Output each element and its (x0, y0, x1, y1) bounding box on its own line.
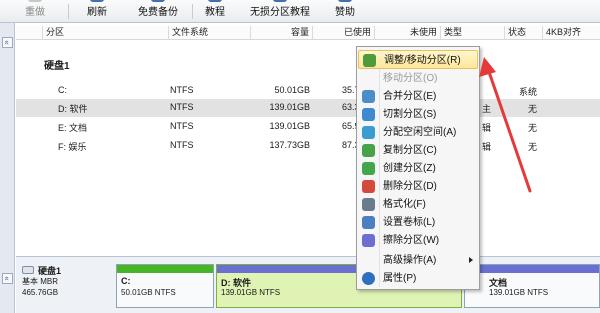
collapse-down-icon[interactable]: « (2, 273, 13, 284)
partition-block-c[interactable]: C: 50.01GB NTFS (116, 264, 214, 308)
left-panel-strip: « « (0, 23, 15, 313)
toolbar-separator (192, 4, 193, 19)
menu-item-create-partition[interactable]: 创建分区(Z) (358, 159, 478, 178)
partition-type: 主 (482, 104, 492, 114)
free-backup-button[interactable]: 免费备份 (130, 0, 186, 23)
usage-bar (117, 265, 213, 273)
toolbar-separator (68, 4, 69, 19)
refresh-button[interactable]: 刷新 (80, 0, 114, 23)
menu-item-allocate-free-space[interactable]: 分配空闲空间(A) (358, 123, 478, 142)
delete-partition-icon (362, 180, 375, 193)
column-header-type[interactable]: 类型 (440, 26, 504, 40)
partition-name: C: (58, 85, 67, 95)
tutorial-label: 教程 (205, 7, 225, 18)
sponsor-icon (338, 0, 352, 2)
partition-status: 无 (528, 123, 538, 133)
tutorial-button[interactable]: 教程 (198, 0, 232, 23)
menu-item-move-partition[interactable]: 移动分区(O) (358, 69, 478, 88)
partition-capacity: 50.01GB (274, 85, 310, 95)
table-row[interactable]: C: NTFS 50.01GB 35.7 系统 (16, 82, 600, 100)
column-header-capacity[interactable]: 容量 (250, 26, 312, 40)
free-backup-label: 免费备份 (138, 7, 178, 18)
menu-item-advanced[interactable]: 高级操作(A) (358, 251, 478, 270)
table-row[interactable]: F: 娱乐 NTFS 137.73GB 87.3 辑 无 (16, 137, 600, 155)
redo-label: 重做 (25, 7, 45, 18)
menu-item-split-partition[interactable]: 切割分区(S) (358, 105, 478, 124)
tutorial-icon (208, 0, 222, 2)
toolbar: 重做 刷新 免费备份 教程 无损分区教程 赞助 (0, 0, 600, 23)
redo-button[interactable]: 重做 (18, 0, 52, 23)
menu-item-resize-move[interactable]: 调整/移动分区(R) (358, 50, 478, 69)
merge-icon (362, 90, 375, 103)
partition-capacity: 137.73GB (269, 140, 310, 150)
sponsor-label: 赞助 (335, 7, 355, 18)
partition-block-info: 139.01GB NTFS (489, 288, 549, 297)
partition-filesystem: NTFS (170, 85, 194, 95)
lossless-partition-tutorial-label: 无损分区教程 (250, 7, 310, 18)
partition-tutorial-icon (273, 0, 287, 2)
column-header-unused[interactable]: 未使用 (374, 26, 440, 40)
partition-name: F: 娱乐 (58, 142, 87, 152)
resize-move-icon (363, 54, 376, 67)
redo-icon (28, 0, 42, 2)
sponsor-button[interactable]: 赞助 (328, 0, 362, 23)
partition-name: E: 文档 (58, 123, 88, 133)
disk-group-title: 硬盘1 (44, 61, 70, 72)
backup-icon (151, 0, 165, 2)
partition-status: 无 (528, 104, 538, 114)
copy-partition-icon (362, 144, 375, 157)
properties-icon (362, 272, 375, 285)
partition-capacity: 139.01GB (269, 121, 310, 131)
partition-capacity: 139.01GB (269, 102, 310, 112)
menu-item-properties[interactable]: 属性(P) (358, 269, 478, 288)
menu-item-copy-partition[interactable]: 复制分区(C) (358, 141, 478, 160)
column-header-used[interactable]: 已使用 (312, 26, 374, 40)
partition-block-name: C: (121, 276, 131, 286)
submenu-arrow-icon (469, 257, 473, 263)
partition-status: 系统 (519, 87, 538, 97)
split-icon (362, 108, 375, 121)
partition-filesystem: NTFS (170, 140, 194, 150)
partition-block-info: 50.01GB NTFS (121, 288, 176, 297)
column-header-filesystem[interactable]: 文件系统 (168, 26, 250, 40)
partition-filesystem: NTFS (170, 121, 194, 131)
format-icon (362, 198, 375, 211)
column-header-4k-align[interactable]: 4KB对齐 (542, 26, 600, 40)
set-label-icon (362, 216, 375, 229)
disk-map: 硬盘1 基本 MBR 465.76GB C: 50.01GB NTFS D: 软… (16, 256, 600, 313)
partition-status: 无 (528, 142, 538, 152)
table-row[interactable]: E: 文档 NTFS 139.01GB 65.9 辑 无 (16, 118, 600, 136)
lossless-partition-tutorial-button[interactable]: 无损分区教程 (244, 0, 316, 23)
column-header-status[interactable]: 状态 (504, 26, 542, 40)
column-header-partition[interactable]: 分区 (42, 26, 168, 40)
collapse-up-icon[interactable]: « (2, 37, 13, 48)
disk-info[interactable]: 硬盘1 基本 MBR 465.76GB (22, 264, 88, 311)
menu-item-delete-partition[interactable]: 删除分区(D) (358, 177, 478, 196)
partition-type: 辑 (482, 123, 492, 133)
menu-item-merge-partition[interactable]: 合并分区(E) (358, 87, 478, 106)
menu-item-format[interactable]: 格式化(F) (358, 195, 478, 214)
menu-item-set-label[interactable]: 设置卷标(L) (358, 213, 478, 232)
partition-block-e[interactable]: 文档 139.01GB NTFS (464, 264, 600, 308)
menu-item-wipe-partition[interactable]: 擦除分区(W) (358, 231, 478, 250)
refresh-icon (90, 0, 104, 2)
wipe-partition-icon (362, 234, 375, 247)
partition-filesystem: NTFS (170, 102, 194, 112)
create-partition-icon (362, 162, 375, 175)
partition-list: 分区 文件系统 容量 已使用 未使用 类型 状态 4KB对齐 硬盘1 C: NT… (16, 23, 600, 255)
list-header: 分区 文件系统 容量 已使用 未使用 类型 状态 4KB对齐 (16, 26, 600, 40)
allocate-space-icon (362, 126, 375, 139)
context-menu: 调整/移动分区(R) 移动分区(O) 合并分区(E) 切割分区(S) 分配空闲空… (356, 46, 480, 290)
disk-size: 465.76GB (22, 288, 59, 297)
partition-name: D: 软件 (58, 104, 88, 114)
partition-type: 辑 (482, 142, 492, 152)
usage-bar (465, 265, 599, 273)
refresh-label: 刷新 (87, 7, 107, 18)
hard-disk-icon (22, 266, 34, 274)
table-row[interactable]: D: 软件 NTFS 139.01GB 63.3 主 无 (16, 99, 600, 117)
partition-block-info: 139.01GB NTFS (221, 288, 281, 297)
disk-type: 基本 MBR (22, 277, 58, 286)
